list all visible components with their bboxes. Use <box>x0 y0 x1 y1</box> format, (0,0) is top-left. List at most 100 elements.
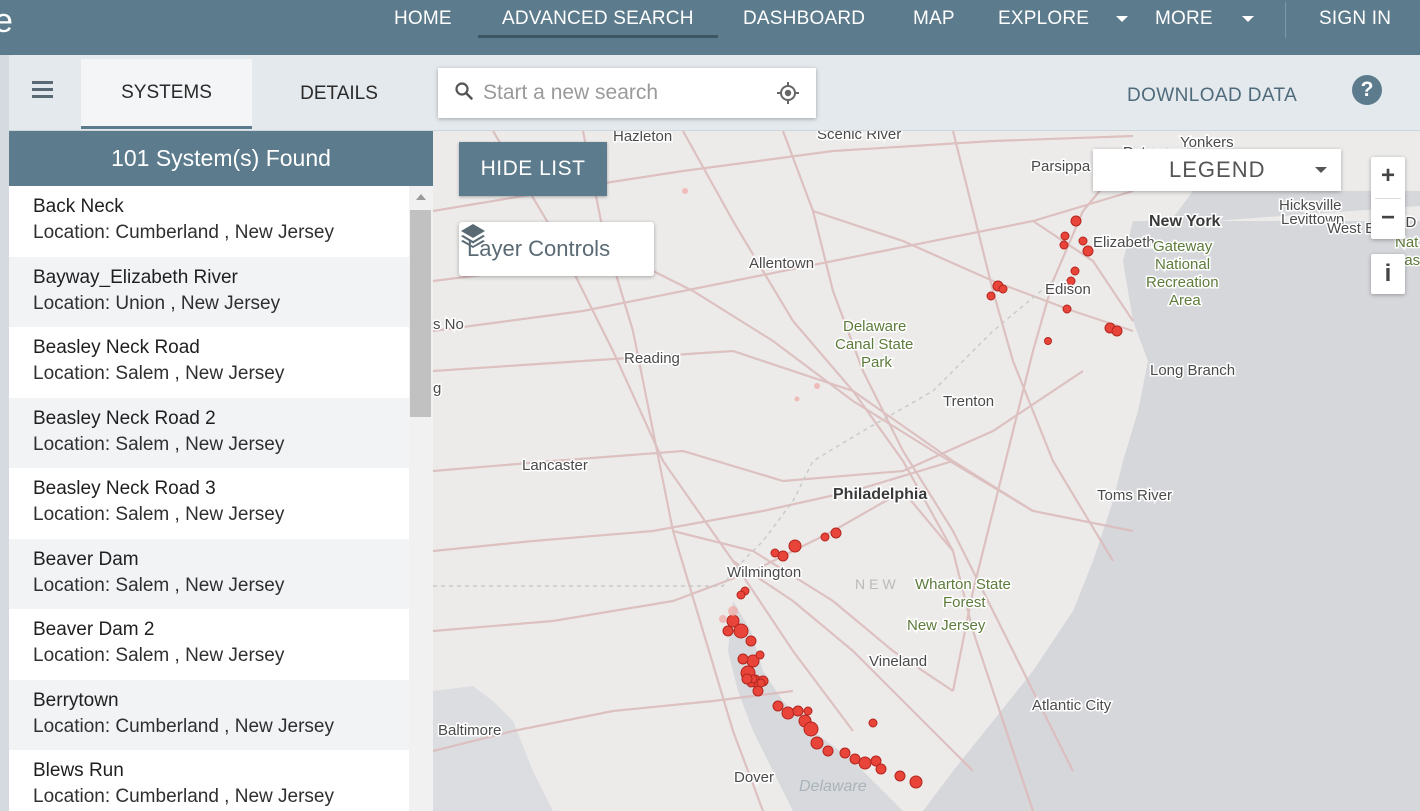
left-edge-strip <box>0 55 9 811</box>
label-scenic: Scenic River <box>817 131 901 143</box>
label-new-state: NEW <box>855 576 900 592</box>
label-delaware-canal-2: Canal State <box>835 336 913 353</box>
system-location: Location: Salem , New Jersey <box>33 574 285 596</box>
nav-map[interactable]: MAP <box>913 8 955 30</box>
system-name: Back Neck <box>33 196 124 217</box>
label-lancaster: Lancaster <box>522 457 588 474</box>
top-navigation-bar: e HOME ADVANCED SEARCH DASHBOARD MAP EXP… <box>0 0 1420 55</box>
system-location: Location: Salem , New Jersey <box>33 363 285 384</box>
map-view[interactable]: Hazleton Scenic River Yonkers Parsippa P… <box>433 131 1420 811</box>
legend-label: LEGEND <box>1169 157 1266 182</box>
label-no: s No <box>433 316 464 333</box>
label-philadelphia: Philadelphia <box>833 486 927 503</box>
label-gateway-2: National <box>1155 256 1210 273</box>
map-info-button[interactable]: i <box>1371 254 1405 294</box>
label-reading: Reading <box>624 350 680 367</box>
system-name: Beasley Neck Road <box>33 337 200 358</box>
legend-dropdown[interactable]: LEGEND <box>1093 149 1341 191</box>
tab-details[interactable]: DETAILS <box>253 59 425 129</box>
system-location: Location: Union , New Jersey <box>33 292 281 314</box>
system-location: Location: Salem , New Jersey <box>33 645 285 666</box>
label-hazleton: Hazleton <box>613 131 672 145</box>
list-item[interactable]: Beasley Neck Road Location: Salem , New … <box>9 327 409 398</box>
active-nav-indicator <box>478 35 718 38</box>
nav-advanced-search[interactable]: ADVANCED SEARCH <box>502 8 694 30</box>
label-atlantic-city: Atlantic City <box>1032 697 1112 714</box>
list-item[interactable]: Beasley Neck Road 3 Location: Salem , Ne… <box>9 468 409 539</box>
layer-controls-button[interactable]: Layer Controls <box>459 222 654 276</box>
label-parsippany: Parsippa <box>1031 158 1091 175</box>
tab-systems[interactable]: SYSTEMS <box>81 59 252 129</box>
search-icon[interactable] <box>454 81 474 101</box>
list-item[interactable]: Beaver Dam Location: Salem , New Jersey <box>9 538 409 609</box>
label-gateway-1: Gateway <box>1153 238 1213 255</box>
chesapeake-bay <box>433 686 553 811</box>
zoom-in-button[interactable]: + <box>1371 157 1405 197</box>
state-boundary <box>433 280 1054 587</box>
label-delaware-canal-1: Delaware <box>843 318 906 335</box>
my-location-icon[interactable] <box>776 81 800 105</box>
list-item[interactable]: Beasley Neck Road 2 Location: Salem , Ne… <box>9 397 409 468</box>
label-wharton-1: Wharton State <box>915 576 1011 593</box>
nav-divider <box>1285 2 1286 38</box>
brand-logo[interactable]: e <box>0 2 13 41</box>
label-gateway-3: Recreation <box>1146 274 1219 291</box>
layer-controls-label: Layer Controls <box>467 236 611 261</box>
layers-icon <box>461 224 485 248</box>
system-location: Location: Salem , New Jersey <box>33 504 285 525</box>
list-item[interactable]: Berrytown Location: Cumberland , New Jer… <box>9 679 409 750</box>
system-name: Beasley Neck Road 3 <box>33 478 216 499</box>
system-name: Beasley Neck Road 2 <box>33 407 216 429</box>
help-icon[interactable]: ? <box>1352 75 1382 105</box>
hide-list-button[interactable]: HIDE LIST <box>459 142 607 196</box>
nav-explore[interactable]: EXPLORE <box>998 8 1089 30</box>
systems-list: Back Neck Location: Cumberland , New Jer… <box>9 186 409 811</box>
more-chevron-down-icon[interactable] <box>1242 16 1254 22</box>
label-gateway-4: Area <box>1169 292 1201 309</box>
sign-in-link[interactable]: SIGN IN <box>1319 8 1391 30</box>
label-toms-river: Toms River <box>1097 487 1172 504</box>
zoom-out-button[interactable]: − <box>1371 199 1405 239</box>
system-location: Location: Cumberland , New Jersey <box>33 786 334 807</box>
label-edison: Edison <box>1045 281 1091 298</box>
scroll-up-arrow-icon[interactable] <box>416 194 426 200</box>
menu-icon[interactable] <box>32 81 53 98</box>
sub-header: SYSTEMS DETAILS DOWNLOAD DATA ? <box>0 55 1420 131</box>
system-location: Location: Cumberland , New Jersey <box>33 715 334 737</box>
system-name: Beaver Dam 2 <box>33 619 155 640</box>
system-location: Location: Cumberland , New Jersey <box>33 222 334 243</box>
label-vineland: Vineland <box>869 653 927 670</box>
search-box <box>438 68 816 118</box>
nav-more[interactable]: MORE <box>1155 8 1213 30</box>
list-item[interactable]: Back Neck Location: Cumberland , New Jer… <box>9 186 409 257</box>
label-westbury: West B <box>1327 220 1375 237</box>
explore-chevron-down-icon[interactable] <box>1116 16 1128 22</box>
system-name: Bayway_Elizabeth River <box>33 266 238 288</box>
label-wharton-2: Forest <box>943 594 986 611</box>
label-wilmington: Wilmington <box>727 564 801 581</box>
label-delaware-water: Delaware <box>799 778 867 795</box>
list-item[interactable]: Blews Run Location: Cumberland , New Jer… <box>9 750 409 811</box>
label-elizabeth: Elizabeth <box>1093 234 1155 251</box>
label-allentown: Allentown <box>749 255 814 272</box>
download-data-button[interactable]: DOWNLOAD DATA <box>1127 85 1297 107</box>
list-scrollbar[interactable] <box>409 186 433 811</box>
system-name: Beaver Dam <box>33 548 139 570</box>
list-item[interactable]: Beaver Dam 2 Location: Salem , New Jerse… <box>9 609 409 680</box>
scrollbar-thumb[interactable] <box>410 210 431 417</box>
system-name: Blews Run <box>33 760 124 781</box>
results-count-header: 101 System(s) Found <box>9 131 433 186</box>
nav-home[interactable]: HOME <box>394 8 452 30</box>
label-long-branch: Long Branch <box>1150 362 1235 379</box>
zoom-control: + − <box>1371 157 1405 239</box>
label-trenton: Trenton <box>943 393 994 410</box>
label-dover: Dover <box>734 769 774 786</box>
faded-markers <box>682 188 820 623</box>
label-baltimore: Baltimore <box>438 722 501 739</box>
list-item[interactable]: Bayway_Elizabeth River Location: Union ,… <box>9 256 409 327</box>
search-input[interactable] <box>483 80 763 106</box>
legend-chevron-down-icon <box>1315 167 1327 173</box>
system-name: Berrytown <box>33 689 119 711</box>
nav-dashboard[interactable]: DASHBOARD <box>743 8 865 30</box>
label-new-york: New York <box>1149 213 1221 230</box>
